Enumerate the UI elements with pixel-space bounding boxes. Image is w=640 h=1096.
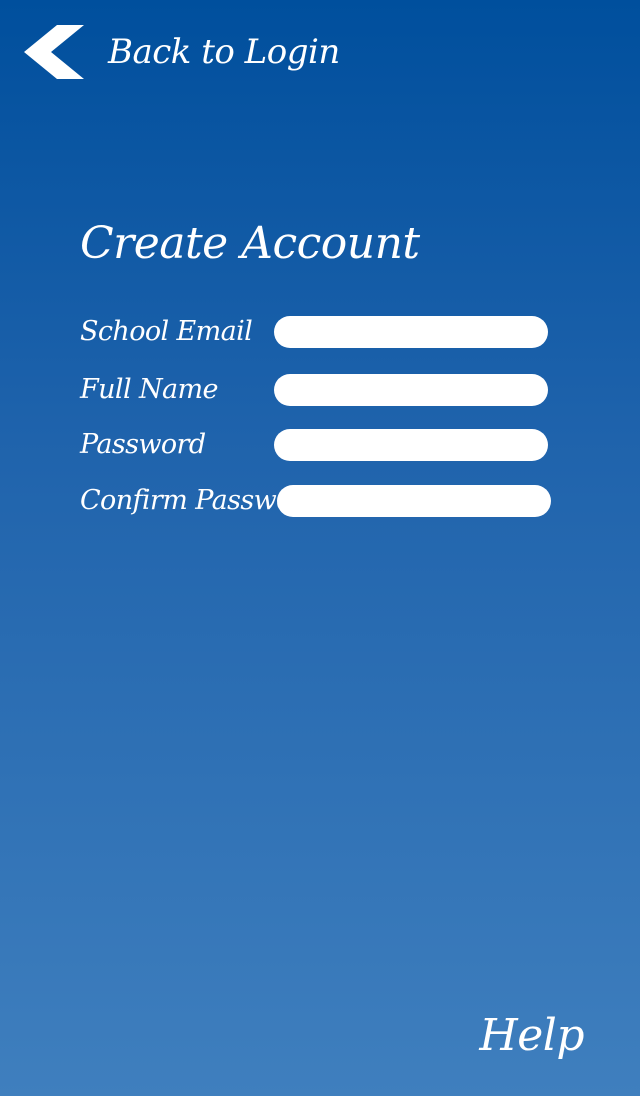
confirm-password-field[interactable] xyxy=(277,485,551,517)
chevron-left-icon xyxy=(24,25,84,79)
full-name-label: Full Name xyxy=(80,374,218,405)
confirm-password-row: Confirm Password xyxy=(80,483,560,519)
full-name-row: Full Name xyxy=(80,372,560,408)
school-email-row: School Email xyxy=(80,314,560,350)
school-email-field[interactable] xyxy=(274,316,548,348)
help-link[interactable]: Help xyxy=(479,1010,584,1061)
back-to-login-button[interactable]: Back to Login xyxy=(24,24,340,80)
password-label: Password xyxy=(80,429,206,460)
password-field[interactable] xyxy=(274,429,548,461)
page-title: Create Account xyxy=(80,218,420,269)
back-to-login-label: Back to Login xyxy=(108,32,340,72)
password-row: Password xyxy=(80,427,560,463)
school-email-label: School Email xyxy=(80,316,253,347)
full-name-field[interactable] xyxy=(274,374,548,406)
